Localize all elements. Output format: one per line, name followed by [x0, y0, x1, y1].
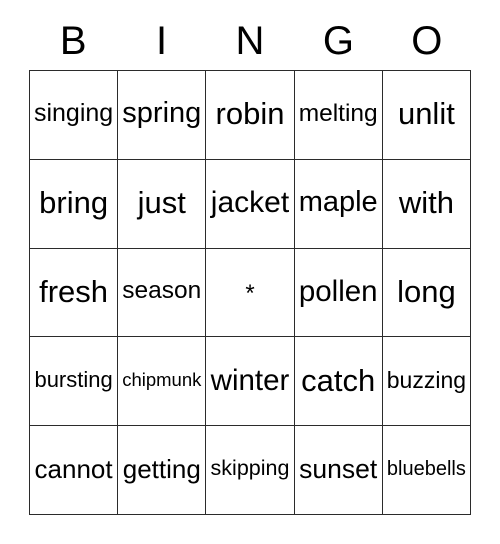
bingo-cell-label: cannot — [34, 454, 113, 485]
bingo-cell-label: sunset — [299, 453, 378, 484]
bingo-cell-label: maple — [298, 186, 378, 219]
bingo-cell-label: chipmunk — [122, 369, 202, 391]
bingo-grid: singing spring robin melting unlit bring… — [29, 70, 471, 515]
bingo-cell-label: winter — [210, 363, 290, 397]
bingo-cell-label: with — [398, 185, 454, 221]
bingo-cell[interactable]: singing — [30, 71, 119, 160]
bingo-cell[interactable]: bursting — [30, 337, 119, 427]
bingo-cell-label: singing — [33, 99, 114, 128]
bingo-cell-label: unlit — [397, 96, 455, 132]
bingo-cell[interactable]: just — [118, 159, 207, 249]
bingo-cell[interactable]: melting — [294, 71, 383, 160]
bingo-cell-label: bring — [39, 185, 109, 221]
bingo-cell-label: robin — [215, 96, 285, 132]
bingo-header-row: B I N G O — [29, 14, 471, 70]
bingo-cell[interactable]: sunset — [294, 426, 383, 515]
bingo-cell[interactable]: unlit — [382, 71, 471, 160]
bingo-cell[interactable]: cannot — [30, 426, 119, 515]
bingo-cell-label: bluebells — [386, 458, 466, 481]
bingo-cell[interactable]: buzzing — [382, 337, 471, 427]
bingo-cell-label: getting — [122, 454, 201, 485]
bingo-cell-label: season — [122, 277, 202, 305]
bingo-cell[interactable]: catch — [294, 337, 383, 427]
bingo-cell[interactable]: maple — [294, 159, 383, 249]
header-letter-o: O — [411, 19, 443, 63]
bingo-card: B I N G O singing spring robin melting u… — [29, 14, 471, 515]
bingo-cell[interactable]: robin — [206, 71, 295, 160]
bingo-cell[interactable]: pollen — [294, 248, 383, 338]
bingo-cell[interactable]: skipping — [206, 426, 295, 515]
bingo-cell[interactable]: with — [382, 159, 471, 249]
bingo-cell-label: jacket — [210, 185, 290, 219]
bingo-cell-label: skipping — [210, 456, 290, 481]
bingo-cell-label: long — [397, 273, 456, 309]
bingo-cell[interactable]: bluebells — [382, 426, 471, 515]
bingo-cell[interactable]: bring — [30, 159, 119, 249]
bingo-cell[interactable]: winter — [206, 337, 295, 427]
bingo-cell[interactable]: fresh — [30, 248, 119, 338]
bingo-cell-label: just — [137, 185, 186, 221]
bingo-cell-label: pollen — [298, 274, 378, 308]
bingo-cell[interactable]: season — [118, 248, 207, 338]
bingo-cell-label: bursting — [34, 367, 113, 393]
header-letter-n: N — [235, 19, 265, 63]
bingo-cell[interactable]: jacket — [206, 159, 295, 249]
header-letter-i: I — [156, 19, 168, 63]
bingo-cell-label: spring — [122, 97, 202, 130]
bingo-cell-label: catch — [301, 362, 376, 398]
bingo-cell-label: fresh — [39, 273, 109, 309]
free-space-marker: * — [245, 280, 255, 308]
bingo-cell[interactable]: getting — [118, 426, 207, 515]
bingo-cell-label: buzzing — [386, 366, 467, 393]
bingo-cell-label: melting — [298, 99, 378, 127]
bingo-cell[interactable]: spring — [118, 71, 207, 160]
bingo-cell[interactable]: chipmunk — [118, 337, 207, 427]
bingo-cell[interactable]: long — [382, 248, 471, 338]
header-letter-g: G — [322, 19, 354, 63]
bingo-cell-free-space[interactable]: * — [206, 248, 295, 338]
header-letter-b: B — [59, 19, 87, 63]
